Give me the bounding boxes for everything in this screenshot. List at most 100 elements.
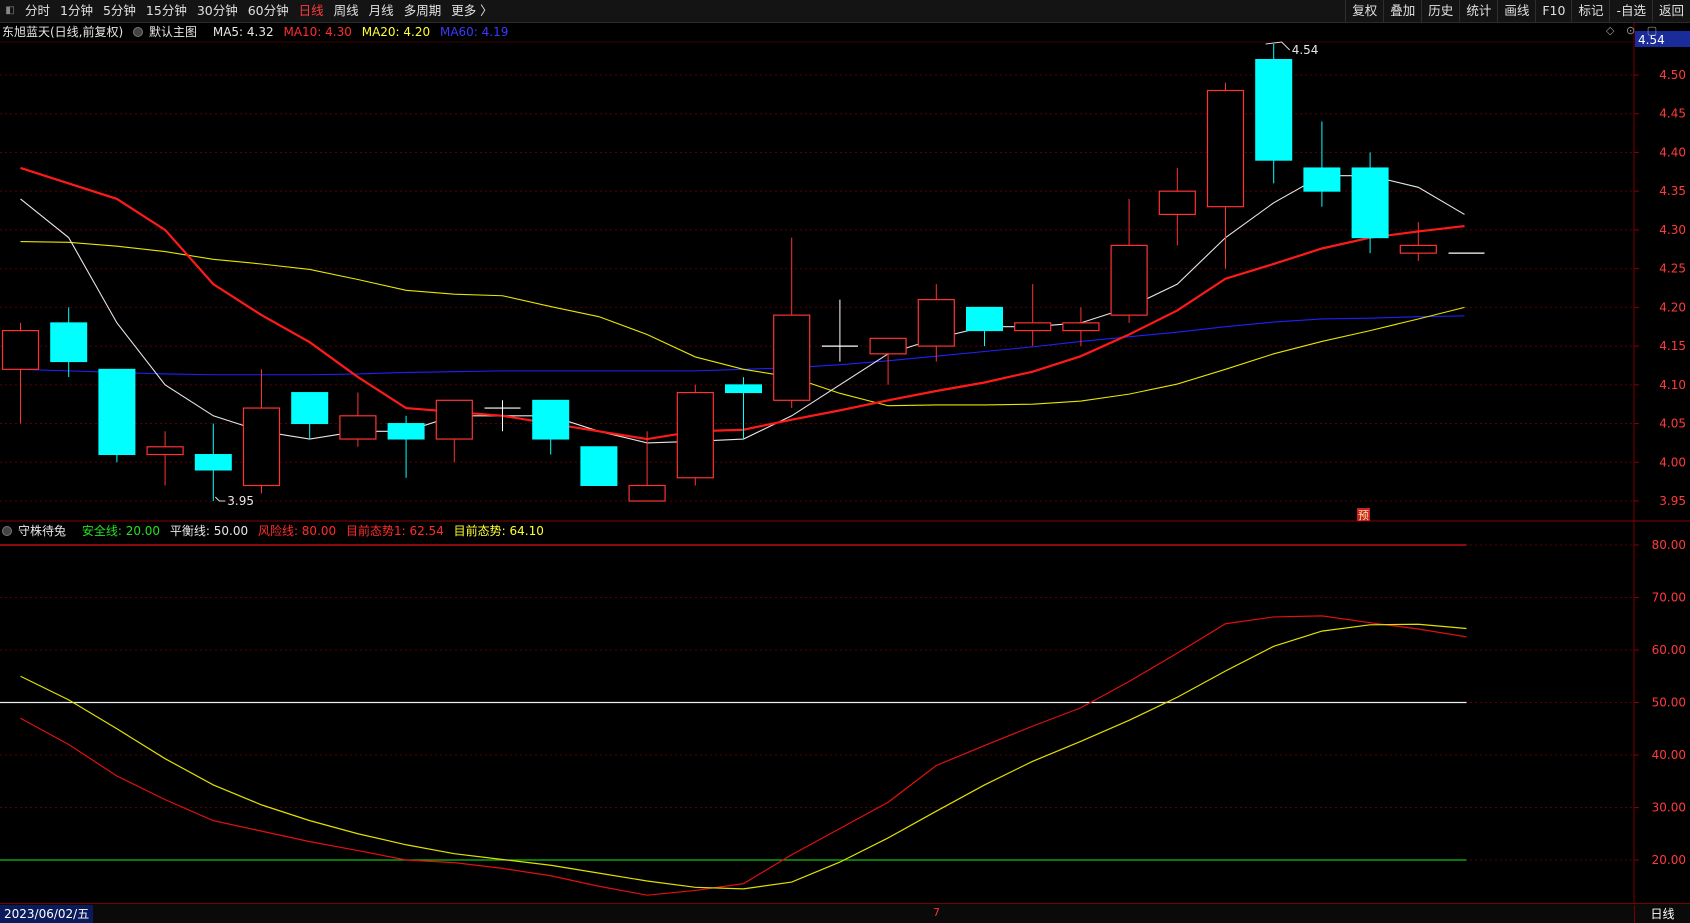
candle [291,392,329,440]
candle [339,392,377,447]
price-tick-label: 4.45 [1659,107,1686,121]
candle-body [1303,167,1341,192]
candle [532,399,570,455]
price-tick-label: 4.10 [1659,378,1686,392]
price-tick-label: 4.40 [1659,145,1686,159]
indicator-legend: 守株待兔 安全线: 20.00 平衡线: 50.00 风险线: 80.00 目前… [2,522,550,540]
candle-body [1255,59,1293,161]
candle-body [676,391,714,479]
cursor-date-label: 2023/06/02/五 [0,905,94,923]
ma20-label: MA20: 4.20 [361,25,431,39]
candle-body [50,322,88,363]
indicator-tick-label: 70.00 [1652,591,1686,605]
price-tick-label: 3.95 [1659,494,1686,508]
candle-body [1158,190,1196,216]
candle-body [773,314,811,401]
trend1-label: 目前态势1: 62.54 [345,524,444,538]
candle [387,415,425,478]
indicator-tick-label: 80.00 [1652,538,1686,552]
indicator-dot-icon [2,526,12,536]
candle [1158,167,1196,246]
kline-chart[interactable]: 4.50 4.45 4.40 4.35 4.30 4.25 4.20 4.15 4.10 4.05… [0,0,1690,903]
indicator-selector[interactable]: 守株待兔 [2,524,72,538]
candle [98,368,136,463]
moving-averages [20,166,1465,444]
ma60-line [20,315,1465,376]
indicator-tick-label: 60.00 [1652,643,1686,657]
candle [50,307,88,378]
candle [1014,284,1052,347]
time-axis-bar: 2023/06/02/五 7 日线 [0,903,1690,923]
safe-line-label: 安全线: 20.00 [81,524,161,538]
high-price-label: 4.54 [1292,43,1319,57]
indicator-tick-label: 20.00 [1652,853,1686,867]
candle [1303,121,1341,207]
candle [966,306,1003,347]
risk-line-label: 风险线: 80.00 [257,524,337,538]
candle [917,284,955,362]
candle-body [339,415,377,440]
candle-body [869,337,907,355]
candle-body [242,407,281,487]
candle-body [580,446,618,487]
candle [628,431,666,502]
candle [242,369,281,494]
price-tick-label: 4.35 [1659,184,1686,198]
candle [1255,44,1293,184]
ma20-line [20,240,1465,407]
month-marker: 7 [933,906,940,919]
period-indicator[interactable]: 日线 [1634,905,1690,923]
candle-body [1062,322,1100,332]
candle-body [532,399,570,440]
candle-body [628,484,666,502]
candle-body [1014,322,1052,332]
candle-body [1399,244,1437,254]
price-tick-label: 4.50 [1659,68,1686,82]
high-marker-arrow [1265,41,1291,51]
ma10-label: MA10: 4.30 [283,25,352,39]
candle-body [966,306,1003,332]
candle [580,446,618,487]
square-icon[interactable]: ▢ [1647,24,1657,37]
candle [676,384,714,486]
main-legend: 东旭蓝天(日线,前复权) 默认主图 MA5: 4.32 MA10: 4.30 M… [2,23,514,41]
indicator-tick-label: 50.00 [1652,696,1686,710]
ma5-label: MA5: 4.32 [212,25,274,39]
balance-line-label: 平衡线: 50.00 [169,524,249,538]
chart-header-icons: ◇ ⊙ ▢ [1598,24,1657,40]
candle-body [146,446,184,456]
candle [435,399,473,463]
stock-title[interactable]: 东旭蓝天(日线,前复权) [2,25,123,39]
candle-body [1206,89,1245,208]
candle-body [917,299,955,347]
candle-body [725,384,762,394]
candle-body [98,368,136,456]
candle-body [291,392,329,425]
price-tick-label: 4.30 [1659,223,1686,237]
price-tick-label: 4.20 [1659,300,1686,314]
candle [821,299,858,362]
candle-body [435,399,473,440]
forecast-badge-label: 预 [1358,509,1369,522]
candle-body [387,423,425,440]
candle [1351,152,1389,254]
candle [1399,222,1437,261]
template-label: 默认主图 [149,25,198,39]
target-icon[interactable]: ⊙ [1626,24,1635,37]
candle [1206,82,1245,269]
candle [146,431,184,486]
diamond-icon[interactable]: ◇ [1606,24,1614,37]
candle-body [194,454,232,471]
indicator-name: 守株待兔 [18,524,67,538]
main-template-selector[interactable]: 默认主图 [133,25,203,39]
candle-body [1110,244,1148,316]
indicator-tick-label: 30.00 [1652,801,1686,815]
candle [194,423,232,501]
ma60-label: MA60: 4.19 [439,25,509,39]
ma10-line [20,166,1465,441]
indicator-tick-label: 40.00 [1652,748,1686,762]
price-tick-label: 4.15 [1659,339,1686,353]
candlesticks [1,44,1485,502]
trend2-label: 目前态势: 64.10 [453,524,544,538]
settings-dot-icon [133,27,144,37]
